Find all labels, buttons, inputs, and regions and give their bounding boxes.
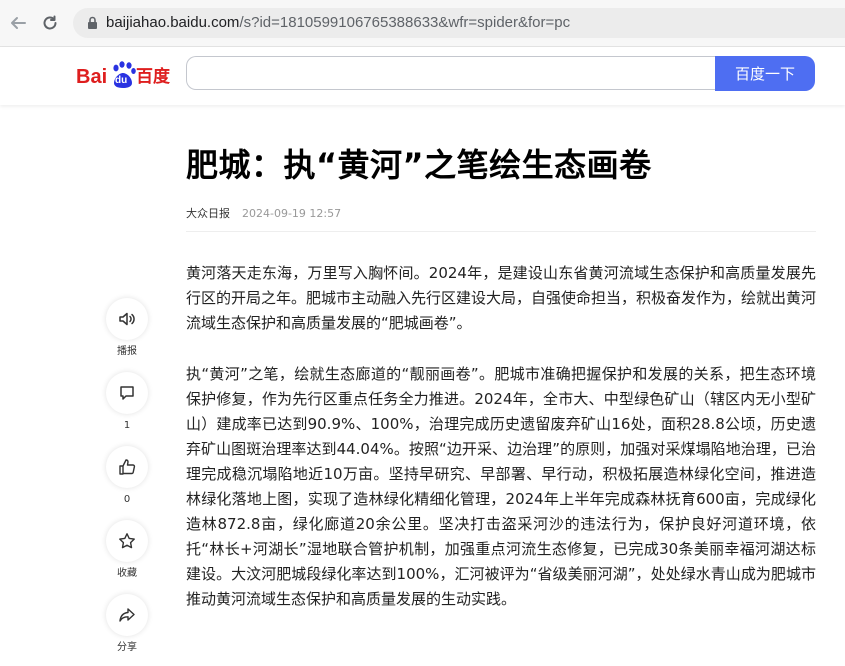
logo-baidu-cn: 百度	[136, 67, 170, 86]
logo-bai: Bai	[76, 66, 108, 88]
comment-action[interactable]: 1	[106, 372, 148, 432]
broadcast-action[interactable]: 播报	[106, 298, 148, 358]
article-source[interactable]: 大众日报	[186, 207, 230, 220]
speaker-icon	[119, 312, 135, 326]
share-icon	[119, 608, 135, 622]
comment-icon	[120, 386, 134, 400]
article-time: 2024-09-19 12:57	[242, 207, 342, 220]
favorite-button[interactable]	[106, 520, 148, 562]
site-header: Bai du 百度 百度一下	[0, 47, 845, 105]
comment-button[interactable]	[106, 372, 148, 414]
favorite-label: 收藏	[117, 568, 137, 579]
logo-du: du	[115, 75, 128, 86]
article-paragraph: 黄河落天走东海，万里写入胸怀间。2024年，是建设山东省黄河流域生态保护和高质量…	[186, 264, 817, 332]
thumbs-up-icon	[119, 459, 136, 475]
search-input[interactable]	[186, 56, 715, 90]
share-action[interactable]: 分享	[106, 594, 148, 654]
article-paragraph: 执“黄河”之笔，绘就生态廊道的“靓丽画卷”。肥城市准确把握保护和发展的关系，把生…	[186, 365, 816, 608]
url-host: baijiahao.baidu.com	[106, 14, 240, 31]
url-text: baijiahao.baidu.com/s?id=181059910676538…	[106, 14, 570, 31]
comment-count: 1	[123, 420, 131, 431]
meta-divider	[186, 231, 816, 232]
back-button[interactable]	[6, 11, 30, 35]
reload-button[interactable]	[38, 11, 62, 35]
baidu-logo[interactable]: Bai du 百度	[76, 61, 172, 91]
article-meta: 大众日报 2024-09-19 12:57	[186, 205, 341, 221]
star-icon	[119, 533, 135, 549]
reload-icon	[43, 15, 57, 30]
share-label: 分享	[117, 642, 137, 653]
like-action[interactable]: 0	[106, 446, 148, 506]
broadcast-label: 播报	[117, 346, 137, 357]
back-arrow-icon	[11, 17, 26, 29]
like-count: 0	[123, 494, 131, 505]
article-title: 肥城：执“黄河”之笔绘生态画卷	[186, 146, 652, 184]
like-button[interactable]	[106, 446, 148, 488]
broadcast-button[interactable]	[106, 298, 148, 340]
favorite-action[interactable]: 收藏	[106, 520, 148, 580]
search-button[interactable]: 百度一下	[715, 56, 815, 91]
address-bar[interactable]: baijiahao.baidu.com/s?id=181059910676538…	[73, 8, 845, 38]
lock-icon	[88, 16, 97, 29]
url-path: /s?id=1810599106765388633&wfr=spider&for…	[239, 14, 571, 31]
share-button[interactable]	[106, 594, 148, 636]
browser-toolbar: baijiahao.baidu.com/s?id=181059910676538…	[0, 0, 845, 47]
